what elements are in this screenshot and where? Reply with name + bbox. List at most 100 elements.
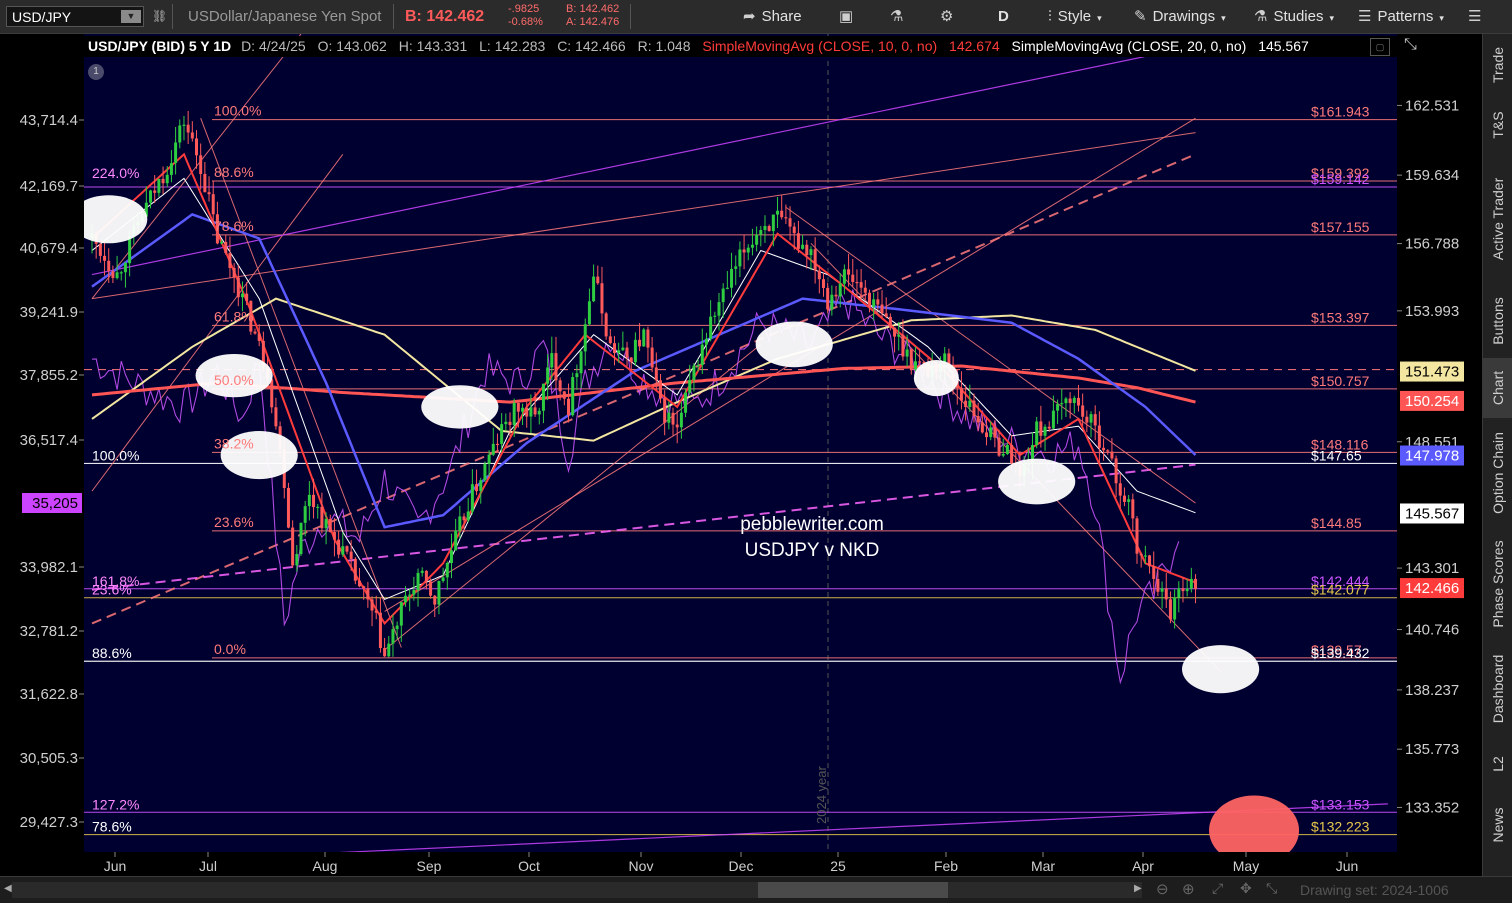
share-button[interactable]: ➦ Share	[737, 3, 808, 30]
sidebar-tab-label: Chart	[1490, 370, 1506, 406]
sidebar-tab-buttons[interactable]: Buttons	[1483, 284, 1512, 358]
candle-body	[395, 625, 399, 630]
scroll-right-icon[interactable]: ▶	[1134, 883, 1142, 894]
patterns-label: Patterns	[1377, 8, 1434, 25]
info-icon[interactable]: 1	[88, 64, 104, 80]
drawings-button[interactable]: ✎ Drawings ▾	[1128, 3, 1232, 30]
fib-label: 0.0%	[214, 641, 246, 657]
change-block: -.9825 -0.68%	[508, 3, 543, 29]
candle-body	[441, 577, 445, 582]
candle-body	[888, 316, 892, 328]
studies-button[interactable]: ⚗ Studies ▾	[1248, 3, 1340, 30]
drawing-set-label[interactable]: Drawing set: 2024-1006	[1300, 877, 1449, 903]
candle-body	[1081, 405, 1085, 417]
x-tick-label: Feb	[934, 858, 958, 874]
pan-icon[interactable]: ✥	[1240, 880, 1252, 897]
settings-button[interactable]: ⚙	[934, 3, 965, 30]
candle-body	[667, 412, 671, 423]
zoom-in-icon[interactable]: ⊕	[1182, 880, 1195, 898]
left-tick-label: 33,982.1	[20, 559, 78, 576]
period-button[interactable]: D	[992, 3, 1015, 30]
fit-icon[interactable]: ⤢	[1212, 880, 1223, 897]
candle-body	[521, 407, 525, 412]
price-level-label: $161.943	[1311, 104, 1370, 120]
candle-body	[1064, 398, 1068, 404]
candle-body	[629, 357, 633, 363]
candle-body	[822, 279, 825, 288]
sidebar-tab-phase-scores[interactable]: Phase Scores	[1483, 528, 1512, 640]
y-tick-label: 159.634	[1405, 167, 1459, 184]
candle-body	[583, 324, 587, 352]
candle-body	[303, 506, 307, 523]
sidebar-tab-label: Dashboard	[1490, 654, 1506, 724]
sidebar-tab-news[interactable]: News	[1483, 790, 1512, 860]
left-level-label: 23.6%	[92, 582, 132, 598]
candle-body	[738, 249, 742, 267]
y-tick-label: 153.993	[1405, 303, 1459, 320]
sidebar-tab-active-trader[interactable]: Active Trader	[1483, 154, 1512, 284]
candle-body	[203, 174, 207, 193]
top-toolbar: USD/JPY ▼ ⛓ USDollar/Japanese Yen Spot B…	[0, 0, 1512, 34]
scroll-left-icon[interactable]: ◀	[4, 883, 12, 894]
price-chart[interactable]: 2024 year$161.943$159.392$159.142$157.15…	[0, 33, 1482, 876]
patterns-button[interactable]: ☰ Patterns ▾	[1352, 3, 1450, 30]
candle-body	[646, 329, 650, 348]
sidebar-tab-trade[interactable]: Trade	[1483, 34, 1512, 96]
candle-body	[759, 230, 763, 235]
candle-body	[169, 163, 173, 175]
candle-body	[1139, 553, 1143, 556]
candle-body	[859, 282, 863, 288]
candle-body	[830, 294, 834, 310]
sma10-label[interactable]: SimpleMovingAvg (CLOSE, 10, 0, no)	[702, 38, 937, 54]
candle-body	[245, 293, 249, 301]
sma20-label[interactable]: SimpleMovingAvg (CLOSE, 20, 0, no)	[1012, 38, 1247, 54]
sidebar-tab-dashboard[interactable]: Dashboard	[1483, 640, 1512, 738]
candle-body	[391, 629, 395, 644]
left-level-label: 127.2%	[92, 796, 139, 812]
collapse-icon[interactable]: ▢	[1370, 38, 1390, 56]
candle-body	[1068, 398, 1072, 403]
sidebar-tab-t-s[interactable]: T&S	[1483, 96, 1512, 154]
symbol-input[interactable]: USD/JPY ▼	[6, 6, 144, 27]
candle-body	[700, 344, 704, 365]
menu-button[interactable]: ☰	[1462, 3, 1493, 30]
candle-body	[328, 518, 332, 532]
candle-body	[730, 268, 734, 288]
flask-button[interactable]: ⚗	[884, 3, 915, 30]
horizontal-scrollbar[interactable]	[12, 882, 1142, 898]
candle-body	[174, 142, 178, 164]
candle-body	[997, 437, 1001, 456]
candle-body	[784, 217, 788, 219]
link-icon[interactable]: ⛓	[152, 0, 167, 33]
highlight-ellipse	[755, 321, 833, 368]
candle-body	[286, 487, 290, 528]
style-button[interactable]: ⫶ Style ▾	[1042, 3, 1108, 30]
candle-body	[642, 329, 646, 347]
zoom-out-icon[interactable]: ⊖	[1156, 880, 1169, 898]
candle-body	[750, 244, 754, 248]
bid-small: B: 142.462	[566, 3, 620, 15]
scrollbar-thumb[interactable]	[758, 882, 948, 898]
sidebar-tab-label: News	[1490, 807, 1506, 843]
expand-arrows-icon[interactable]: ⤡	[1404, 36, 1417, 54]
crosshair-icon[interactable]: ⤡	[1266, 880, 1277, 897]
candle-body	[228, 253, 232, 268]
candle-body	[696, 364, 700, 367]
candle-body	[792, 226, 796, 234]
chart-header: USD/JPY (BID) 5 Y 1D D: 4/24/25 O: 143.0…	[84, 36, 1397, 57]
price-level-label: $132.223	[1311, 819, 1370, 835]
chart-area[interactable]: 2024 year $161.943 $159.392 $159.142 $157.15…	[0, 33, 1482, 876]
candle-body	[613, 343, 616, 354]
candle-body	[663, 398, 667, 423]
candle-body	[107, 260, 111, 272]
candle-body	[383, 648, 387, 657]
sidebar-tab-chart[interactable]: Chart	[1483, 358, 1512, 418]
alert-button[interactable]: ▣	[833, 3, 865, 30]
fib-label: 100.0%	[214, 103, 261, 119]
candle-body	[433, 595, 437, 605]
left-level-label: 224.0%	[92, 165, 139, 181]
candle-body	[575, 373, 579, 378]
sidebar-tab-l2[interactable]: L2	[1483, 738, 1512, 790]
symbol-dropdown-icon[interactable]: ▼	[121, 10, 141, 23]
sidebar-tab-option-chain[interactable]: Option Chain	[1483, 418, 1512, 528]
